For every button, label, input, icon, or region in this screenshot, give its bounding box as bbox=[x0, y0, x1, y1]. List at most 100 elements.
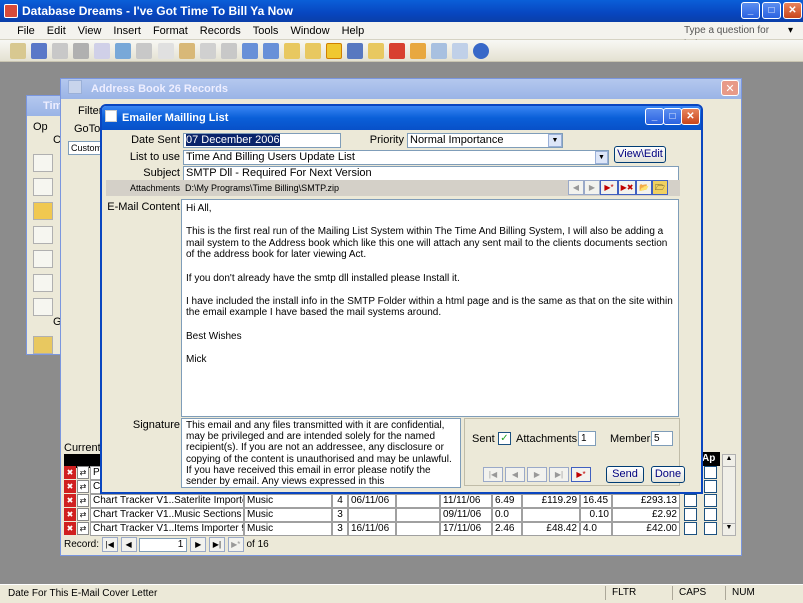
row-checkbox[interactable] bbox=[704, 466, 717, 479]
scroll-up-icon[interactable]: ▲ bbox=[723, 455, 735, 467]
view-icon[interactable] bbox=[10, 43, 27, 59]
row-date-end[interactable]: 17/11/06 bbox=[440, 522, 492, 536]
dialog-new-button[interactable]: ▶* bbox=[571, 467, 591, 482]
apply-filter-icon[interactable] bbox=[326, 43, 342, 59]
copy-icon[interactable] bbox=[157, 43, 174, 59]
delete-row-icon[interactable]: ✖ bbox=[64, 508, 76, 521]
attachment-next-button[interactable]: ▶ bbox=[584, 180, 600, 195]
new-object-icon[interactable] bbox=[452, 43, 469, 59]
row-total[interactable]: £293.13 bbox=[612, 494, 680, 508]
list-select[interactable]: Time And Billing Users Update List bbox=[183, 150, 609, 165]
folder-icon[interactable] bbox=[33, 336, 53, 354]
dialog-last-button[interactable]: ▶| bbox=[549, 467, 569, 482]
list-dropdown-icon[interactable]: ▼ bbox=[595, 151, 608, 164]
first-record-button[interactable]: |◀ bbox=[101, 537, 118, 552]
menu-help[interactable]: Help bbox=[336, 22, 371, 40]
delete-row-icon[interactable]: ✖ bbox=[64, 480, 76, 493]
scroll-down-icon[interactable]: ▼ bbox=[723, 523, 735, 535]
undo-icon[interactable] bbox=[199, 43, 216, 59]
print-preview-icon[interactable] bbox=[94, 43, 111, 59]
menu-records[interactable]: Records bbox=[194, 22, 247, 40]
date-sent-field[interactable]: 07 December 2006 bbox=[183, 133, 341, 148]
row-checkbox-a[interactable] bbox=[684, 508, 697, 521]
row-date-end[interactable]: 11/11/06 bbox=[440, 494, 492, 508]
row-rate[interactable]: 16.45 bbox=[580, 494, 612, 508]
sent-checkbox[interactable]: ✓ bbox=[498, 432, 511, 445]
sort-ascending-icon[interactable] bbox=[241, 43, 258, 59]
remove-attachment-button[interactable]: ▶✖ bbox=[618, 180, 636, 195]
find-icon[interactable] bbox=[347, 43, 364, 59]
row-checkbox-a[interactable] bbox=[684, 522, 697, 535]
green-dot-icon[interactable] bbox=[33, 226, 53, 244]
row-name[interactable]: Chart Tracker V1..Saterlite Importe bbox=[90, 494, 244, 508]
row-date-start[interactable]: 16/11/06 bbox=[348, 522, 396, 536]
menu-window[interactable]: Window bbox=[284, 22, 335, 40]
paste-icon[interactable] bbox=[178, 43, 195, 59]
row-amount[interactable]: £119.29 bbox=[522, 494, 580, 508]
priority-select[interactable]: Normal Importance bbox=[407, 133, 563, 148]
custom-tab[interactable]: Custom bbox=[68, 141, 104, 155]
filter-by-selection-icon[interactable] bbox=[283, 43, 300, 59]
dialog-first-button[interactable]: |◀ bbox=[483, 467, 503, 482]
table-row[interactable]: ✖ ⇄ Chart Tracker V1..Saterlite Importe … bbox=[64, 494, 720, 508]
row-number[interactable]: 3 bbox=[332, 522, 348, 536]
row-type[interactable]: Music bbox=[244, 494, 332, 508]
row-total[interactable]: £2.92 bbox=[612, 508, 680, 522]
row-amount[interactable]: £48.42 bbox=[522, 522, 580, 536]
new-record-button[interactable]: ▶* bbox=[227, 537, 244, 552]
hyperlink-icon[interactable] bbox=[220, 43, 237, 59]
add-attachment-button[interactable]: ▶* bbox=[600, 180, 618, 195]
row-amount[interactable] bbox=[522, 508, 580, 522]
address-book-close-button[interactable]: ✕ bbox=[721, 80, 739, 96]
delete-row-icon[interactable]: ✖ bbox=[64, 522, 76, 535]
row-checkbox-b[interactable] bbox=[704, 522, 717, 535]
attachment-prev-button[interactable]: ◀ bbox=[568, 180, 584, 195]
row-number[interactable]: 4 bbox=[332, 494, 348, 508]
properties-icon[interactable] bbox=[410, 43, 427, 59]
row-date-start[interactable]: 06/11/06 bbox=[348, 494, 396, 508]
menu-view[interactable]: View bbox=[72, 22, 108, 40]
tools-icon[interactable] bbox=[33, 298, 53, 316]
row-checkbox-b[interactable] bbox=[704, 508, 717, 521]
help-icon[interactable] bbox=[473, 43, 490, 59]
dialog-close-button[interactable]: ✕ bbox=[681, 108, 700, 125]
dialog-prev-button[interactable]: ◀ bbox=[505, 467, 525, 482]
done-button[interactable]: Done bbox=[651, 466, 685, 483]
attachment-path[interactable]: D:\My Programs\Time Billing\SMTP.zip bbox=[183, 181, 563, 195]
app-maximize-button[interactable]: □ bbox=[762, 2, 781, 19]
app-minimize-button[interactable]: _ bbox=[741, 2, 760, 19]
filter-by-form-icon[interactable] bbox=[304, 43, 321, 59]
row-number[interactable]: 3 bbox=[332, 508, 348, 522]
link-row-icon[interactable]: ⇄ bbox=[77, 508, 89, 521]
table-scrollbar[interactable]: ▲ ▼ bbox=[722, 454, 736, 536]
view-edit-button[interactable]: View\Edit bbox=[614, 146, 666, 163]
delete-record-icon[interactable] bbox=[389, 43, 406, 59]
new-record-icon[interactable] bbox=[368, 43, 385, 59]
menu-tools[interactable]: Tools bbox=[247, 22, 285, 40]
email-content-field[interactable]: Hi All, This is the first real run of th… bbox=[181, 199, 679, 417]
help-search-input[interactable]: Type a question for help bbox=[684, 24, 784, 50]
dialog-minimize-button[interactable]: _ bbox=[645, 108, 664, 125]
prev-record-button[interactable]: ◀ bbox=[120, 537, 137, 552]
delete-row-icon[interactable]: ✖ bbox=[64, 494, 76, 507]
next-record-button[interactable]: ▶ bbox=[190, 537, 207, 552]
row-checkbox-a[interactable] bbox=[684, 494, 697, 507]
row-total[interactable]: £42.00 bbox=[612, 522, 680, 536]
row-name[interactable]: Chart Tracker V1..Music Sections (\ bbox=[90, 508, 244, 522]
link-row-icon[interactable]: ⇄ bbox=[77, 522, 89, 535]
menu-edit[interactable]: Edit bbox=[41, 22, 72, 40]
row-type[interactable]: Music bbox=[244, 522, 332, 536]
app-close-button[interactable]: ✕ bbox=[783, 2, 802, 19]
form-icon[interactable] bbox=[33, 202, 53, 220]
edit-icon[interactable] bbox=[33, 274, 53, 292]
notes-icon[interactable] bbox=[33, 250, 53, 268]
row-date-start[interactable] bbox=[348, 508, 396, 522]
row-hours[interactable]: 6.49 bbox=[492, 494, 522, 508]
row-hours[interactable]: 0.0 bbox=[492, 508, 522, 522]
goto-label[interactable]: GoTo bbox=[74, 123, 100, 135]
database-window-icon[interactable] bbox=[431, 43, 448, 59]
row-date-end[interactable]: 09/11/06 bbox=[440, 508, 492, 522]
cut-icon[interactable] bbox=[136, 43, 153, 59]
table-row[interactable]: ✖ ⇄ Chart Tracker V1..Music Sections (\ … bbox=[64, 508, 720, 522]
save-icon[interactable] bbox=[31, 43, 48, 59]
